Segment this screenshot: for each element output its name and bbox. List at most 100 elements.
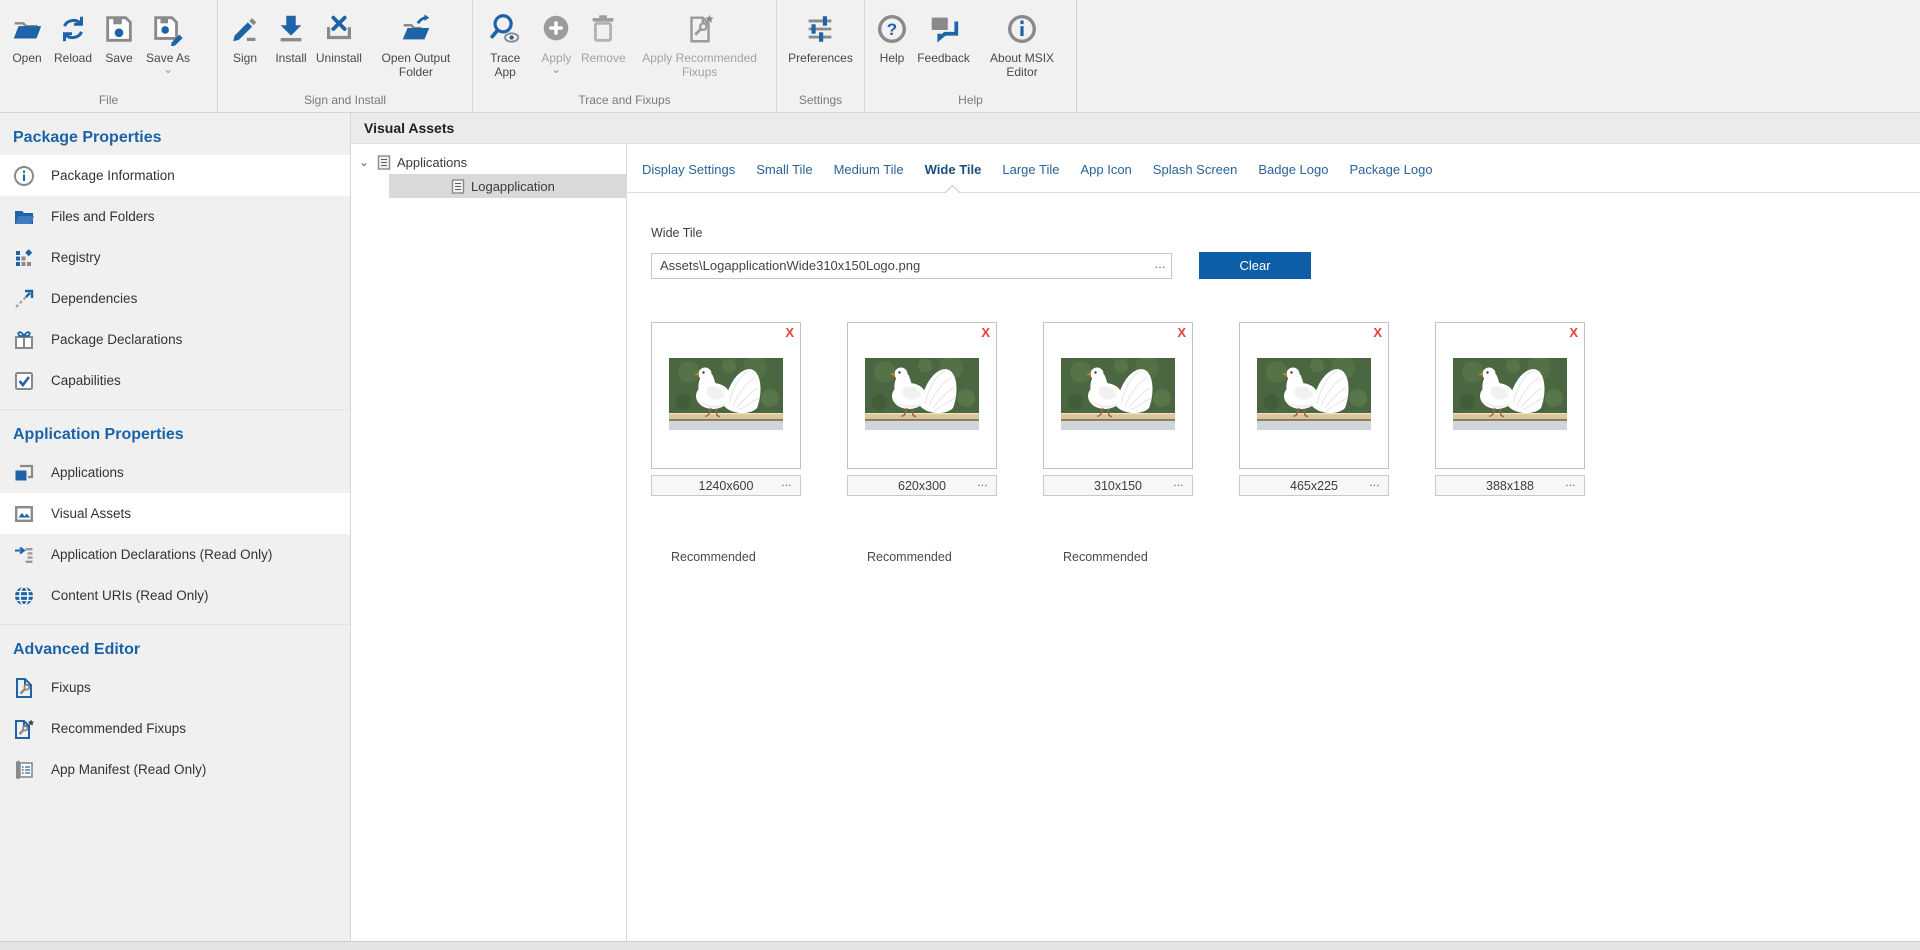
tab-display-settings[interactable]: Display Settings (642, 162, 735, 192)
ribbon-group-sign-install: Sign Install Uninstall Open Output Folde… (218, 0, 473, 112)
sidebar-item-visual-assets[interactable]: Visual Assets (0, 493, 350, 534)
remove-asset-icon[interactable]: X (1177, 325, 1186, 340)
browse-ellipsis-button[interactable]: … (1154, 257, 1167, 271)
remove-label: Remove (581, 51, 626, 65)
tab-splash-screen[interactable]: Splash Screen (1153, 162, 1238, 192)
dove-preview-image (865, 358, 979, 430)
apply-recommended-fixups-icon (683, 9, 717, 49)
sidebar-item-content-uris[interactable]: Content URIs (Read Only) (0, 575, 350, 616)
tile-browse-ellipsis-button[interactable]: … (977, 477, 989, 489)
trace-app-icon (488, 9, 522, 49)
manifest-doc-icon (13, 759, 35, 781)
sidebar-item-applications[interactable]: Applications (0, 452, 350, 493)
feedback-button[interactable]: Feedback (915, 7, 972, 65)
ribbon-group-label-help: Help (869, 92, 1072, 112)
recommended-label-empty (1239, 550, 1389, 564)
save-button[interactable]: Save (96, 7, 142, 65)
sidebar-item-label: Applications (51, 465, 124, 480)
document-icon (451, 179, 465, 194)
apply-chevron-icon[interactable]: ⌄ (552, 66, 561, 75)
tile-preview-388x188: X 388x188 … (1435, 322, 1585, 496)
asset-path-input[interactable] (651, 253, 1172, 279)
uninstall-button[interactable]: Uninstall (314, 7, 364, 65)
sidebar-item-files-and-folders[interactable]: Files and Folders (0, 196, 350, 237)
ribbon-group-settings: Preferences Settings (777, 0, 865, 112)
tab-large-tile[interactable]: Large Tile (1002, 162, 1059, 192)
page-title: Visual Assets (351, 113, 1920, 144)
sidebar-item-registry[interactable]: Registry (0, 237, 350, 278)
sidebar-item-recommended-fixups[interactable]: Recommended Fixups (0, 708, 350, 749)
applications-tree-panel: ⌄ Applications Logapplication (351, 144, 627, 941)
tab-medium-tile[interactable]: Medium Tile (834, 162, 904, 192)
dove-preview-image (669, 358, 783, 430)
dove-preview-image (1257, 358, 1371, 430)
remove-asset-icon[interactable]: X (1569, 325, 1578, 340)
install-arrow-icon (274, 9, 308, 49)
recommended-labels-row: Recommended Recommended Recommended (651, 550, 1920, 564)
sign-button[interactable]: Sign (222, 7, 268, 65)
tab-small-tile[interactable]: Small Tile (756, 162, 812, 192)
sidebar-item-label: Content URIs (Read Only) (51, 588, 209, 603)
chevron-down-icon[interactable]: ⌄ (359, 155, 371, 169)
feedback-icon (927, 9, 961, 49)
tile-size-box: 310x150 … (1043, 475, 1193, 496)
open-output-folder-label: Open Output Folder (368, 51, 464, 79)
install-button[interactable]: Install (268, 7, 314, 65)
sidebar-item-application-declarations[interactable]: Application Declarations (Read Only) (0, 534, 350, 575)
tree-node-label: Logapplication (471, 179, 555, 194)
tab-wide-tile[interactable]: Wide Tile (925, 162, 982, 192)
tree-node-applications[interactable]: ⌄ Applications (351, 150, 626, 174)
trace-app-button[interactable]: Trace App (477, 7, 533, 79)
open-button[interactable]: Open (4, 7, 50, 65)
tab-badge-logo[interactable]: Badge Logo (1258, 162, 1328, 192)
tile-browse-ellipsis-button[interactable]: … (1369, 477, 1381, 489)
dove-preview-image (1453, 358, 1567, 430)
save-icon (102, 9, 136, 49)
about-msix-editor-button[interactable]: About MSIX Editor (972, 7, 1072, 79)
tab-app-icon[interactable]: App Icon (1080, 162, 1131, 192)
preferences-sliders-icon (803, 9, 837, 49)
save-as-chevron-icon[interactable]: ⌄ (163, 66, 172, 75)
sign-label: Sign (233, 51, 257, 65)
remove-button[interactable]: Remove (579, 7, 627, 65)
reload-button[interactable]: Reload (50, 7, 96, 65)
help-button[interactable]: ? Help (869, 7, 915, 65)
apply-button[interactable]: Apply ⌄ (533, 7, 579, 75)
remove-asset-icon[interactable]: X (785, 325, 794, 340)
horizontal-scrollbar-track[interactable] (0, 941, 1920, 950)
tile-browse-ellipsis-button[interactable]: … (1565, 477, 1577, 489)
recommended-fixups-icon (13, 718, 35, 740)
app-windows-icon (13, 462, 35, 484)
reload-label: Reload (54, 51, 92, 65)
sidebar-item-label: Capabilities (51, 373, 121, 388)
clear-button[interactable]: Clear (1199, 252, 1311, 279)
tile-browse-ellipsis-button[interactable]: … (1173, 477, 1185, 489)
tab-package-logo[interactable]: Package Logo (1349, 162, 1432, 192)
sidebar-item-package-declarations[interactable]: Package Declarations (0, 319, 350, 360)
preferences-button[interactable]: Preferences (784, 7, 857, 65)
sidebar-item-label: Recommended Fixups (51, 721, 186, 736)
save-as-button[interactable]: Save As ⌄ (142, 7, 194, 75)
sidebar-item-app-manifest[interactable]: App Manifest (Read Only) (0, 749, 350, 790)
help-icon: ? (875, 9, 909, 49)
sidebar-item-dependencies[interactable]: Dependencies (0, 278, 350, 319)
checkbox-check-icon (13, 370, 35, 392)
open-output-folder-button[interactable]: Open Output Folder (364, 7, 468, 79)
sidebar-item-fixups[interactable]: Fixups (0, 667, 350, 708)
tile-card: X (1239, 322, 1389, 469)
tile-card: X (1043, 322, 1193, 469)
uninstall-icon (322, 9, 356, 49)
tile-browse-ellipsis-button[interactable]: … (781, 477, 793, 489)
sidebar-item-capabilities[interactable]: Capabilities (0, 360, 350, 401)
sidebar-item-package-information[interactable]: Package Information (0, 155, 350, 196)
preferences-label: Preferences (788, 51, 853, 65)
remove-asset-icon[interactable]: X (1373, 325, 1382, 340)
wide-tile-field-label: Wide Tile (651, 226, 1920, 240)
sidebar-title-package-properties: Package Properties (0, 119, 350, 155)
tree-node-logapplication[interactable]: Logapplication (389, 174, 626, 198)
tile-card: X (651, 322, 801, 469)
tile-size-label: 465x225 (1290, 479, 1338, 493)
remove-asset-icon[interactable]: X (981, 325, 990, 340)
apply-recommended-fixups-button[interactable]: Apply Recommended Fixups (627, 7, 772, 79)
svg-text:?: ? (887, 20, 897, 39)
